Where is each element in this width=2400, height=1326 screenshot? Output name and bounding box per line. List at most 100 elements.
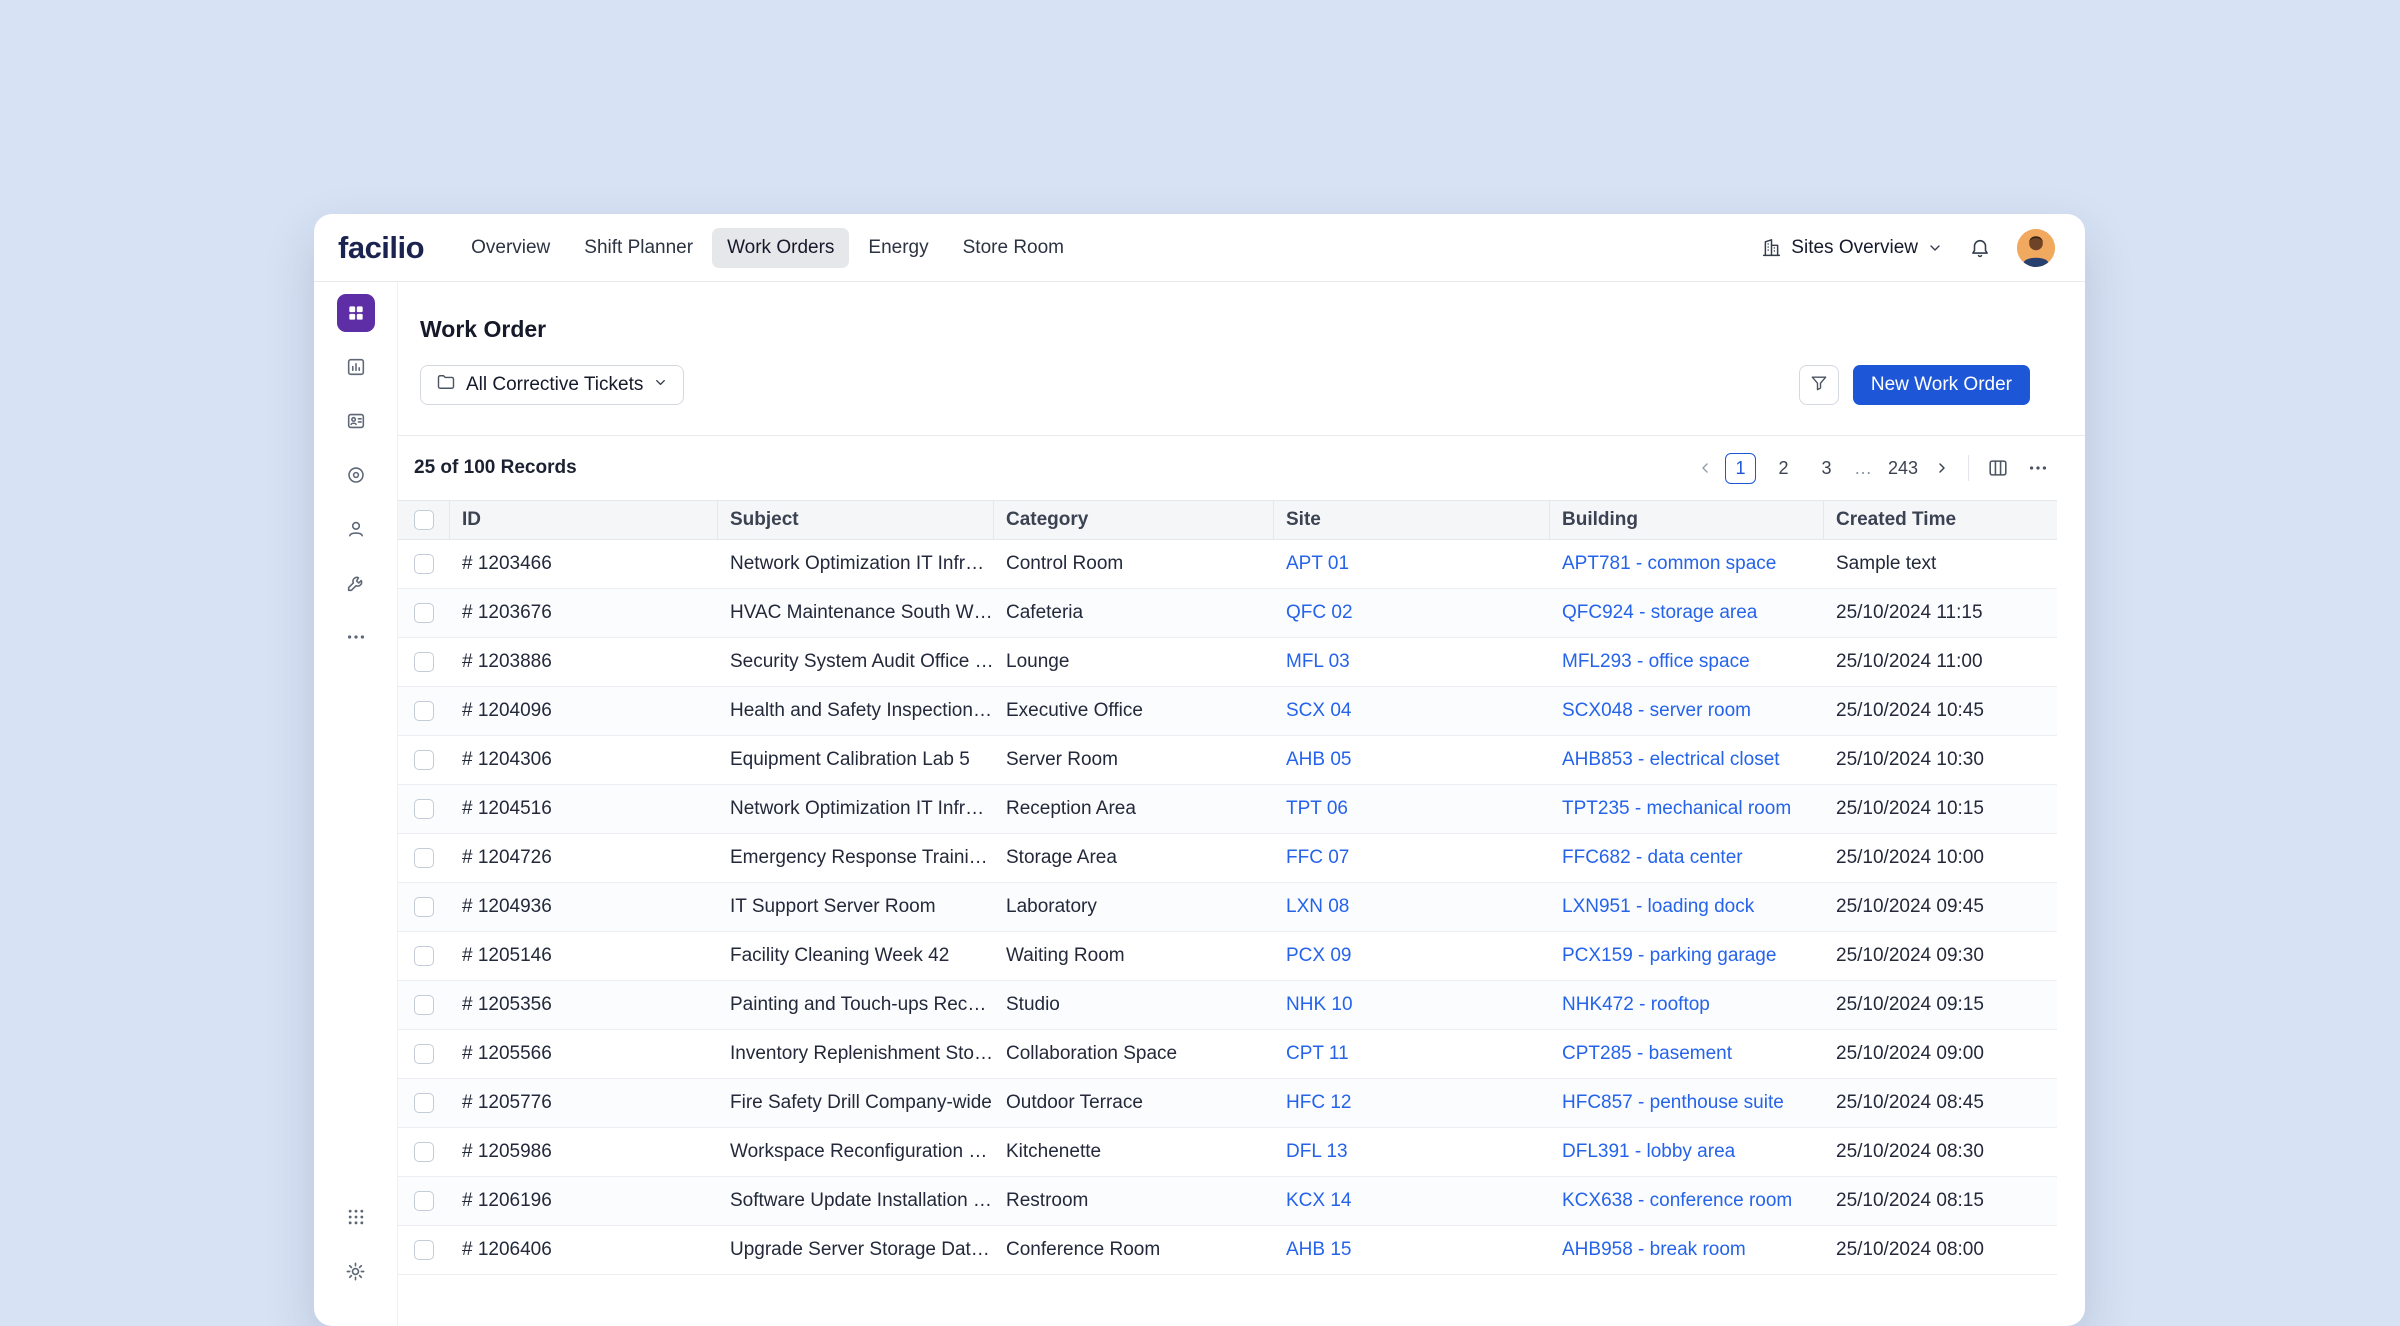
row-checkbox[interactable]: [414, 1191, 434, 1211]
column-settings-icon[interactable]: [1987, 457, 2009, 479]
cell-site-link[interactable]: DFL 13: [1274, 1141, 1550, 1163]
table-row[interactable]: # 1203886 Security System Audit Office C…: [398, 638, 2057, 687]
cell-building-link[interactable]: APT781 - common space: [1550, 553, 1824, 575]
page-button-3[interactable]: 3: [1811, 453, 1842, 484]
cell-site-link[interactable]: KCX 14: [1274, 1190, 1550, 1212]
row-checkbox[interactable]: [414, 995, 434, 1015]
sidebar-item-people[interactable]: [337, 510, 375, 548]
cell-id: # 1206406: [450, 1239, 718, 1261]
cell-site-link[interactable]: MFL 03: [1274, 651, 1550, 673]
cell-building-link[interactable]: SCX048 - server room: [1550, 700, 1824, 722]
main-content: Work Order All Corrective Tickets: [398, 282, 2085, 1326]
sidebar-item-services[interactable]: [337, 564, 375, 602]
cell-site-link[interactable]: SCX 04: [1274, 700, 1550, 722]
cell-id: # 1204516: [450, 798, 718, 820]
cell-site-link[interactable]: CPT 11: [1274, 1043, 1550, 1065]
row-checkbox[interactable]: [414, 554, 434, 574]
cell-site-link[interactable]: LXN 08: [1274, 896, 1550, 918]
records-count: 25 of 100 Records: [414, 457, 577, 479]
cell-id: # 1204726: [450, 847, 718, 869]
row-checkbox[interactable]: [414, 750, 434, 770]
page-title: Work Order: [420, 316, 2030, 343]
cell-building-link[interactable]: QFC924 - storage area: [1550, 602, 1824, 624]
table-row[interactable]: # 1206196 Software Update Installation S…: [398, 1177, 2057, 1226]
table-row[interactable]: # 1205356 Painting and Touch-ups Recep… …: [398, 981, 2057, 1030]
page-button-last[interactable]: 243: [1884, 453, 1922, 484]
cell-building-link[interactable]: MFL293 - office space: [1550, 651, 1824, 673]
new-work-order-button[interactable]: New Work Order: [1853, 365, 2030, 405]
row-checkbox[interactable]: [414, 848, 434, 868]
row-checkbox[interactable]: [414, 897, 434, 917]
cell-building-link[interactable]: FFC682 - data center: [1550, 847, 1824, 869]
row-checkbox[interactable]: [414, 799, 434, 819]
page-button-1[interactable]: 1: [1725, 453, 1756, 484]
facilio-logo[interactable]: facilio: [338, 230, 424, 266]
cell-site-link[interactable]: TPT 06: [1274, 798, 1550, 820]
cell-building-link[interactable]: PCX159 - parking garage: [1550, 945, 1824, 967]
nav-item-overview[interactable]: Overview: [456, 228, 565, 268]
cell-created-time: 25/10/2024 11:00: [1824, 651, 2057, 673]
table-row[interactable]: # 1204936 IT Support Server Room Laborat…: [398, 883, 2057, 932]
sidebar-item-more[interactable]: [337, 618, 375, 656]
row-checkbox[interactable]: [414, 652, 434, 672]
cell-site-link[interactable]: NHK 10: [1274, 994, 1550, 1016]
cell-building-link[interactable]: DFL391 - lobby area: [1550, 1141, 1824, 1163]
sidebar-item-settings[interactable]: [337, 1252, 375, 1290]
cell-building-link[interactable]: NHK472 - rooftop: [1550, 994, 1824, 1016]
table-row[interactable]: # 1205146 Facility Cleaning Week 42 Wait…: [398, 932, 2057, 981]
row-checkbox[interactable]: [414, 1093, 434, 1113]
site-switcher[interactable]: Sites Overview: [1761, 237, 1943, 259]
cell-site-link[interactable]: HFC 12: [1274, 1092, 1550, 1114]
table-row[interactable]: # 1205566 Inventory Replenishment Stora……: [398, 1030, 2057, 1079]
cell-site-link[interactable]: QFC 02: [1274, 602, 1550, 624]
sidebar-item-contacts[interactable]: [337, 402, 375, 440]
table-more-menu-icon[interactable]: [2027, 457, 2049, 479]
table-row[interactable]: # 1204096 Health and Safety Inspection F…: [398, 687, 2057, 736]
page-button-2[interactable]: 2: [1768, 453, 1799, 484]
table-row[interactable]: # 1203676 HVAC Maintenance South Wing Ca…: [398, 589, 2057, 638]
nav-item-energy[interactable]: Energy: [853, 228, 943, 268]
nav-item-work-orders[interactable]: Work Orders: [712, 228, 849, 268]
sidebar-item-portfolio[interactable]: [337, 348, 375, 386]
row-checkbox[interactable]: [414, 1240, 434, 1260]
cell-building-link[interactable]: CPT285 - basement: [1550, 1043, 1824, 1065]
user-avatar[interactable]: [2017, 229, 2055, 267]
cell-building-link[interactable]: AHB853 - electrical closet: [1550, 749, 1824, 771]
cell-building-link[interactable]: TPT235 - mechanical room: [1550, 798, 1824, 820]
cell-site-link[interactable]: AHB 15: [1274, 1239, 1550, 1261]
cell-building-link[interactable]: AHB958 - break room: [1550, 1239, 1824, 1261]
table-row[interactable]: # 1205776 Fire Safety Drill Company-wide…: [398, 1079, 2057, 1128]
row-checkbox[interactable]: [414, 1142, 434, 1162]
table-row[interactable]: # 1205986 Workspace Reconfiguration D… K…: [398, 1128, 2057, 1177]
row-checkbox[interactable]: [414, 603, 434, 623]
cell-subject: Network Optimization IT Infras…: [718, 553, 994, 575]
table-row[interactable]: # 1204726 Emergency Response Training… S…: [398, 834, 2057, 883]
row-checkbox[interactable]: [414, 701, 434, 721]
table-row[interactable]: # 1204516 Network Optimization IT Infras…: [398, 785, 2057, 834]
sidebar-item-apps[interactable]: [337, 1198, 375, 1236]
cell-site-link[interactable]: APT 01: [1274, 553, 1550, 575]
cell-site-link[interactable]: AHB 05: [1274, 749, 1550, 771]
table-row[interactable]: # 1204306 Equipment Calibration Lab 5 Se…: [398, 736, 2057, 785]
select-all-checkbox[interactable]: [414, 510, 434, 530]
sidebar-item-tracking[interactable]: [337, 456, 375, 494]
pager-cluster: 1 2 3 … 243: [1697, 453, 2049, 484]
table-row[interactable]: # 1206406 Upgrade Server Storage Data… C…: [398, 1226, 2057, 1275]
notification-bell-icon[interactable]: [1969, 237, 1991, 259]
cell-building-link[interactable]: KCX638 - conference room: [1550, 1190, 1824, 1212]
cell-building-link[interactable]: LXN951 - loading dock: [1550, 896, 1824, 918]
nav-item-store-room[interactable]: Store Room: [948, 228, 1079, 268]
row-checkbox[interactable]: [414, 1044, 434, 1064]
cell-site-link[interactable]: FFC 07: [1274, 847, 1550, 869]
prev-page-icon[interactable]: [1697, 460, 1713, 476]
sidebar-item-dashboard[interactable]: [337, 294, 375, 332]
view-selector-dropdown[interactable]: All Corrective Tickets: [420, 365, 684, 405]
next-page-icon[interactable]: [1934, 460, 1950, 476]
table-row[interactable]: # 1203466 Network Optimization IT Infras…: [398, 540, 2057, 589]
filter-button[interactable]: [1799, 365, 1839, 405]
row-checkbox[interactable]: [414, 946, 434, 966]
nav-item-shift-planner[interactable]: Shift Planner: [569, 228, 708, 268]
cell-building-link[interactable]: HFC857 - penthouse suite: [1550, 1092, 1824, 1114]
cell-site-link[interactable]: PCX 09: [1274, 945, 1550, 967]
cell-category: Kitchenette: [994, 1141, 1274, 1163]
